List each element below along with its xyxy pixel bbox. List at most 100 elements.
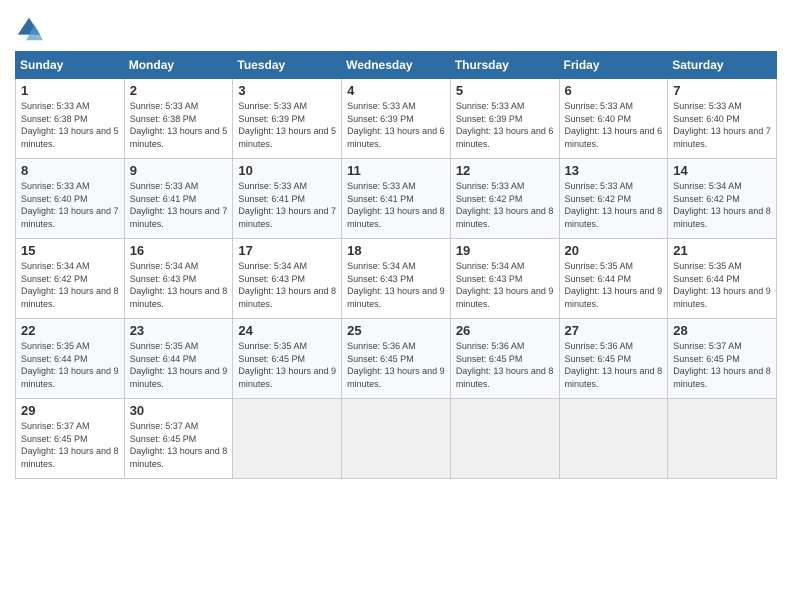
day-info: Sunrise: 5:36 AMSunset: 6:45 PMDaylight:… — [565, 340, 663, 390]
header-day: Wednesday — [342, 52, 451, 79]
header-day: Sunday — [16, 52, 125, 79]
calendar-cell: 28 Sunrise: 5:37 AMSunset: 6:45 PMDayligh… — [668, 319, 777, 399]
calendar-week: 22Sunrise: 5:35 AMSunset: 6:44 PMDayligh… — [16, 319, 777, 399]
day-number: 21 — [673, 243, 771, 258]
day-info: Sunrise: 5:37 AMSunset: 6:45 PMDaylight:… — [673, 340, 771, 390]
calendar-cell: 23Sunrise: 5:35 AMSunset: 6:44 PMDayligh… — [124, 319, 233, 399]
calendar-cell: 24 Sunrise: 5:35 AMSunset: 6:45 PMDayligh… — [233, 319, 342, 399]
calendar-cell: 12Sunrise: 5:33 AMSunset: 6:42 PMDayligh… — [450, 159, 559, 239]
day-number: 29 — [21, 403, 119, 418]
header-day: Tuesday — [233, 52, 342, 79]
calendar-cell: 1 Sunrise: 5:33 AMSunset: 6:38 PMDaylight… — [16, 79, 125, 159]
calendar-week: 15 Sunrise: 5:34 AMSunset: 6:42 PMDayligh… — [16, 239, 777, 319]
calendar-cell: 25 Sunrise: 5:36 AMSunset: 6:45 PMDayligh… — [342, 319, 451, 399]
day-number: 11 — [347, 163, 445, 178]
day-number: 20 — [565, 243, 663, 258]
day-number: 6 — [565, 83, 663, 98]
day-info: Sunrise: 5:33 AMSunset: 6:40 PMDaylight:… — [673, 100, 771, 150]
calendar-cell: 11 Sunrise: 5:33 AMSunset: 6:41 PMDayligh… — [342, 159, 451, 239]
header-row: SundayMondayTuesdayWednesdayThursdayFrid… — [16, 52, 777, 79]
calendar-cell: 9 Sunrise: 5:33 AMSunset: 6:41 PMDaylight… — [124, 159, 233, 239]
day-number: 4 — [347, 83, 445, 98]
day-info: Sunrise: 5:33 AMSunset: 6:41 PMDaylight:… — [130, 180, 228, 230]
day-number: 12 — [456, 163, 554, 178]
calendar-cell: 4 Sunrise: 5:33 AMSunset: 6:39 PMDaylight… — [342, 79, 451, 159]
header-day: Friday — [559, 52, 668, 79]
logo — [15, 15, 45, 43]
calendar-week: 29 Sunrise: 5:37 AMSunset: 6:45 PMDayligh… — [16, 399, 777, 479]
day-number: 25 — [347, 323, 445, 338]
day-number: 7 — [673, 83, 771, 98]
day-info: Sunrise: 5:33 AMSunset: 6:40 PMDaylight:… — [21, 180, 119, 230]
day-info: Sunrise: 5:33 AMSunset: 6:41 PMDaylight:… — [347, 180, 445, 230]
calendar-cell: 5Sunrise: 5:33 AMSunset: 6:39 PMDaylight… — [450, 79, 559, 159]
calendar-week: 1 Sunrise: 5:33 AMSunset: 6:38 PMDaylight… — [16, 79, 777, 159]
calendar-cell: 21 Sunrise: 5:35 AMSunset: 6:44 PMDayligh… — [668, 239, 777, 319]
header-day: Saturday — [668, 52, 777, 79]
calendar-week: 8Sunrise: 5:33 AMSunset: 6:40 PMDaylight… — [16, 159, 777, 239]
day-info: Sunrise: 5:36 AMSunset: 6:45 PMDaylight:… — [347, 340, 445, 390]
calendar-cell — [450, 399, 559, 479]
calendar-cell — [559, 399, 668, 479]
calendar-cell: 30 Sunrise: 5:37 AMSunset: 6:45 PMDayligh… — [124, 399, 233, 479]
day-info: Sunrise: 5:33 AMSunset: 6:39 PMDaylight:… — [238, 100, 336, 150]
calendar-cell: 29Sunrise: 5:37 AMSunset: 6:45 PMDayligh… — [16, 399, 125, 479]
day-number: 1 — [21, 83, 119, 98]
calendar-cell: 27 Sunrise: 5:36 AMSunset: 6:45 PMDayligh… — [559, 319, 668, 399]
day-info: Sunrise: 5:33 AMSunset: 6:40 PMDaylight:… — [565, 100, 663, 150]
day-number: 23 — [130, 323, 228, 338]
calendar-cell: 18 Sunrise: 5:34 AMSunset: 6:43 PMDayligh… — [342, 239, 451, 319]
day-info: Sunrise: 5:36 AMSunset: 6:45 PMDaylight:… — [456, 340, 554, 390]
day-number: 18 — [347, 243, 445, 258]
day-info: Sunrise: 5:33 AMSunset: 6:38 PMDaylight:… — [21, 100, 119, 150]
day-number: 3 — [238, 83, 336, 98]
calendar-cell — [668, 399, 777, 479]
header — [15, 15, 777, 43]
logo-icon — [15, 15, 43, 43]
day-number: 2 — [130, 83, 228, 98]
day-info: Sunrise: 5:33 AMSunset: 6:39 PMDaylight:… — [456, 100, 554, 150]
day-number: 27 — [565, 323, 663, 338]
calendar-cell: 22Sunrise: 5:35 AMSunset: 6:44 PMDayligh… — [16, 319, 125, 399]
day-info: Sunrise: 5:35 AMSunset: 6:45 PMDaylight:… — [238, 340, 336, 390]
day-number: 13 — [565, 163, 663, 178]
day-info: Sunrise: 5:37 AMSunset: 6:45 PMDaylight:… — [130, 420, 228, 470]
calendar-cell: 14Sunrise: 5:34 AMSunset: 6:42 PMDayligh… — [668, 159, 777, 239]
day-info: Sunrise: 5:33 AMSunset: 6:39 PMDaylight:… — [347, 100, 445, 150]
day-number: 28 — [673, 323, 771, 338]
day-number: 24 — [238, 323, 336, 338]
day-number: 9 — [130, 163, 228, 178]
header-day: Thursday — [450, 52, 559, 79]
calendar-cell: 26 Sunrise: 5:36 AMSunset: 6:45 PMDayligh… — [450, 319, 559, 399]
calendar-cell: 16 Sunrise: 5:34 AMSunset: 6:43 PMDayligh… — [124, 239, 233, 319]
day-number: 30 — [130, 403, 228, 418]
day-info: Sunrise: 5:35 AMSunset: 6:44 PMDaylight:… — [673, 260, 771, 310]
day-info: Sunrise: 5:34 AMSunset: 6:42 PMDaylight:… — [21, 260, 119, 310]
day-info: Sunrise: 5:34 AMSunset: 6:43 PMDaylight:… — [130, 260, 228, 310]
day-number: 22 — [21, 323, 119, 338]
calendar-cell: 6 Sunrise: 5:33 AMSunset: 6:40 PMDaylight… — [559, 79, 668, 159]
header-day: Monday — [124, 52, 233, 79]
calendar-cell — [233, 399, 342, 479]
day-info: Sunrise: 5:34 AMSunset: 6:42 PMDaylight:… — [673, 180, 771, 230]
day-number: 17 — [238, 243, 336, 258]
calendar-cell: 7 Sunrise: 5:33 AMSunset: 6:40 PMDaylight… — [668, 79, 777, 159]
day-info: Sunrise: 5:33 AMSunset: 6:42 PMDaylight:… — [565, 180, 663, 230]
calendar-cell: 2 Sunrise: 5:33 AMSunset: 6:38 PMDaylight… — [124, 79, 233, 159]
day-info: Sunrise: 5:34 AMSunset: 6:43 PMDaylight:… — [238, 260, 336, 310]
day-info: Sunrise: 5:34 AMSunset: 6:43 PMDaylight:… — [347, 260, 445, 310]
day-info: Sunrise: 5:34 AMSunset: 6:43 PMDaylight:… — [456, 260, 554, 310]
calendar-cell: 8Sunrise: 5:33 AMSunset: 6:40 PMDaylight… — [16, 159, 125, 239]
calendar-table: SundayMondayTuesdayWednesdayThursdayFrid… — [15, 51, 777, 479]
day-number: 19 — [456, 243, 554, 258]
day-number: 15 — [21, 243, 119, 258]
day-number: 16 — [130, 243, 228, 258]
calendar-body: 1 Sunrise: 5:33 AMSunset: 6:38 PMDaylight… — [16, 79, 777, 479]
calendar-header: SundayMondayTuesdayWednesdayThursdayFrid… — [16, 52, 777, 79]
calendar-cell: 13 Sunrise: 5:33 AMSunset: 6:42 PMDayligh… — [559, 159, 668, 239]
day-info: Sunrise: 5:33 AMSunset: 6:38 PMDaylight:… — [130, 100, 228, 150]
calendar-cell: 3 Sunrise: 5:33 AMSunset: 6:39 PMDaylight… — [233, 79, 342, 159]
day-number: 26 — [456, 323, 554, 338]
day-number: 10 — [238, 163, 336, 178]
calendar-cell: 19 Sunrise: 5:34 AMSunset: 6:43 PMDayligh… — [450, 239, 559, 319]
